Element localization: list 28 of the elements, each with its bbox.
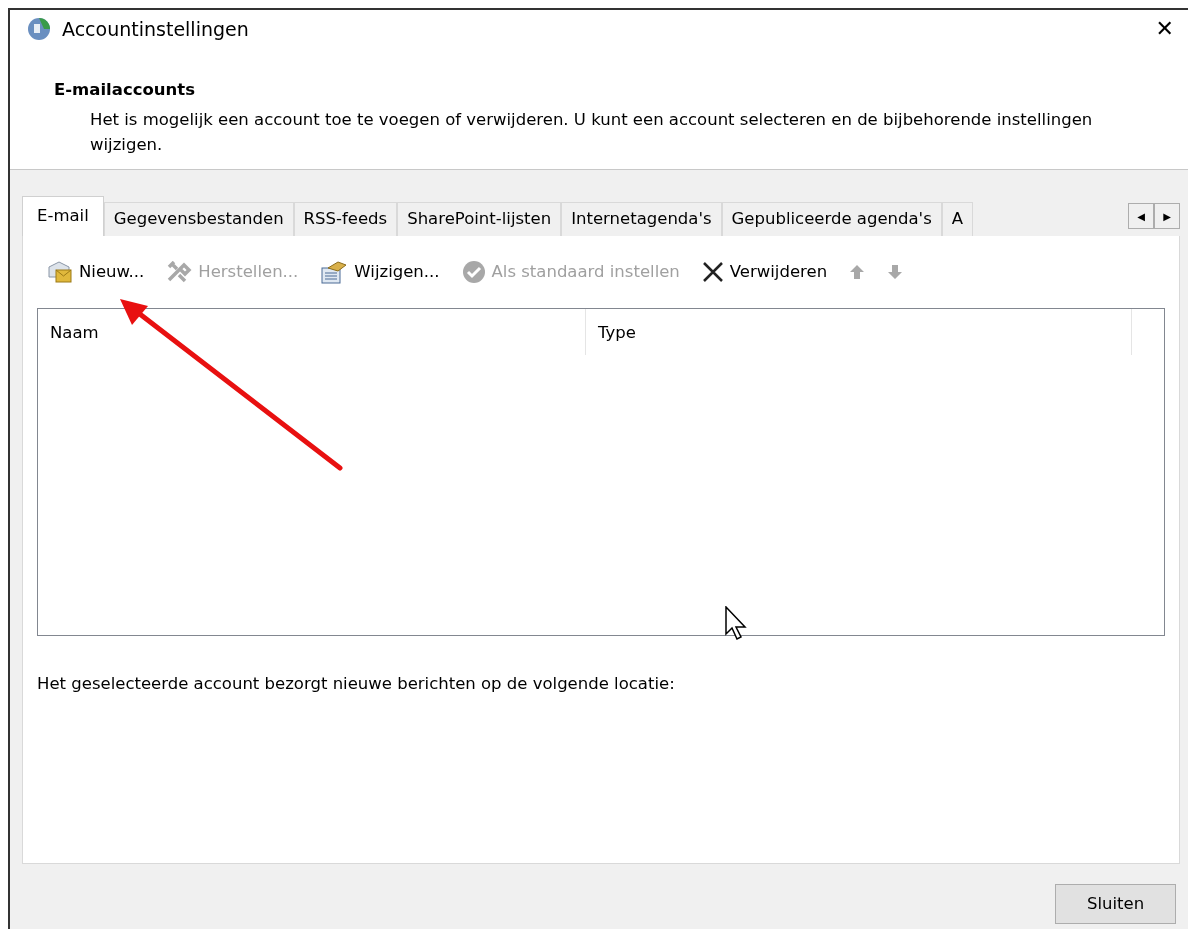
tab[interactable]: Gepubliceerde agenda's — [721, 202, 942, 236]
close-dialog-button[interactable]: Sluiten — [1055, 884, 1176, 924]
tools-icon — [166, 261, 193, 283]
window-title: Accountinstellingen — [62, 16, 249, 42]
tab[interactable]: Gegevensbestanden — [103, 202, 294, 236]
tab[interactable]: Internetagenda's — [561, 202, 722, 236]
up-arrow-icon — [849, 264, 866, 280]
section-heading: E-mailaccounts — [54, 79, 196, 101]
description-text: Het is mogelijk een account toe te voegen of verwijderen. U kunt een account selecteren en de bijbehorende instellingen wijzigen. — [90, 108, 1094, 156]
checkmark-icon — [461, 260, 486, 284]
tab[interactable]: E-mail — [22, 196, 104, 236]
column-header[interactable]: Type — [586, 309, 1132, 355]
scroll-left-button[interactable]: ◀ — [1128, 203, 1154, 229]
remove-button[interactable]: Verwijderen — [695, 257, 834, 287]
down-arrow-icon — [887, 264, 904, 280]
tab[interactable]: RSS-feeds — [293, 202, 398, 236]
globe-icon — [26, 16, 52, 42]
location-text: Het geselecteerde account bezorgt nieuwe berichten op de volgende locatie: — [37, 673, 676, 695]
edit-icon — [320, 260, 349, 284]
scroll-right-button[interactable]: ▶ — [1154, 203, 1180, 229]
delete-icon — [701, 261, 724, 283]
new-button[interactable]: Nieuw... — [41, 257, 151, 287]
change-button[interactable]: Wijzigen... — [314, 257, 446, 287]
tab[interactable]: A — [941, 202, 974, 236]
mouse-cursor-icon — [725, 606, 747, 640]
tab[interactable]: SharePoint-lijsten — [397, 202, 562, 236]
envelope-icon — [47, 261, 73, 283]
close-button[interactable]: ✕ — [1151, 18, 1178, 40]
